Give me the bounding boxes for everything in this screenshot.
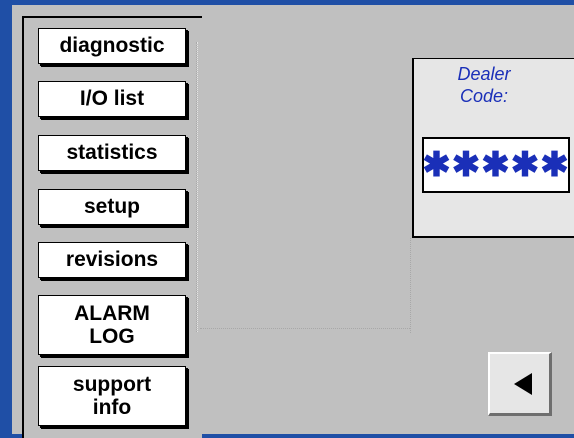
support-info-button[interactable]: support info xyxy=(38,366,186,426)
setup-button[interactable]: setup xyxy=(38,189,186,225)
left-triangle-icon xyxy=(513,372,532,395)
hmi-screen: diagnostic I/O list statistics setup rev… xyxy=(0,0,574,438)
statistics-button[interactable]: statistics xyxy=(38,135,186,171)
dealer-code-label: Dealer Code: xyxy=(457,64,511,106)
alarm-log-button[interactable]: ALARM LOG xyxy=(38,295,186,355)
revisions-button[interactable]: revisions xyxy=(38,242,186,278)
window-top-border xyxy=(0,0,574,5)
panel-divider xyxy=(196,42,198,332)
window-left-border xyxy=(0,0,12,438)
dealer-code-input[interactable]: ✱✱✱✱✱ xyxy=(422,137,570,193)
io-list-button[interactable]: I/O list xyxy=(38,81,186,117)
diagnostic-button[interactable]: diagnostic xyxy=(38,28,186,64)
back-button[interactable] xyxy=(488,352,552,416)
area-divider xyxy=(200,328,410,330)
dealer-code-panel: Dealer Code: ✱✱✱✱✱ xyxy=(412,58,574,238)
area-divider-vertical xyxy=(410,238,412,333)
